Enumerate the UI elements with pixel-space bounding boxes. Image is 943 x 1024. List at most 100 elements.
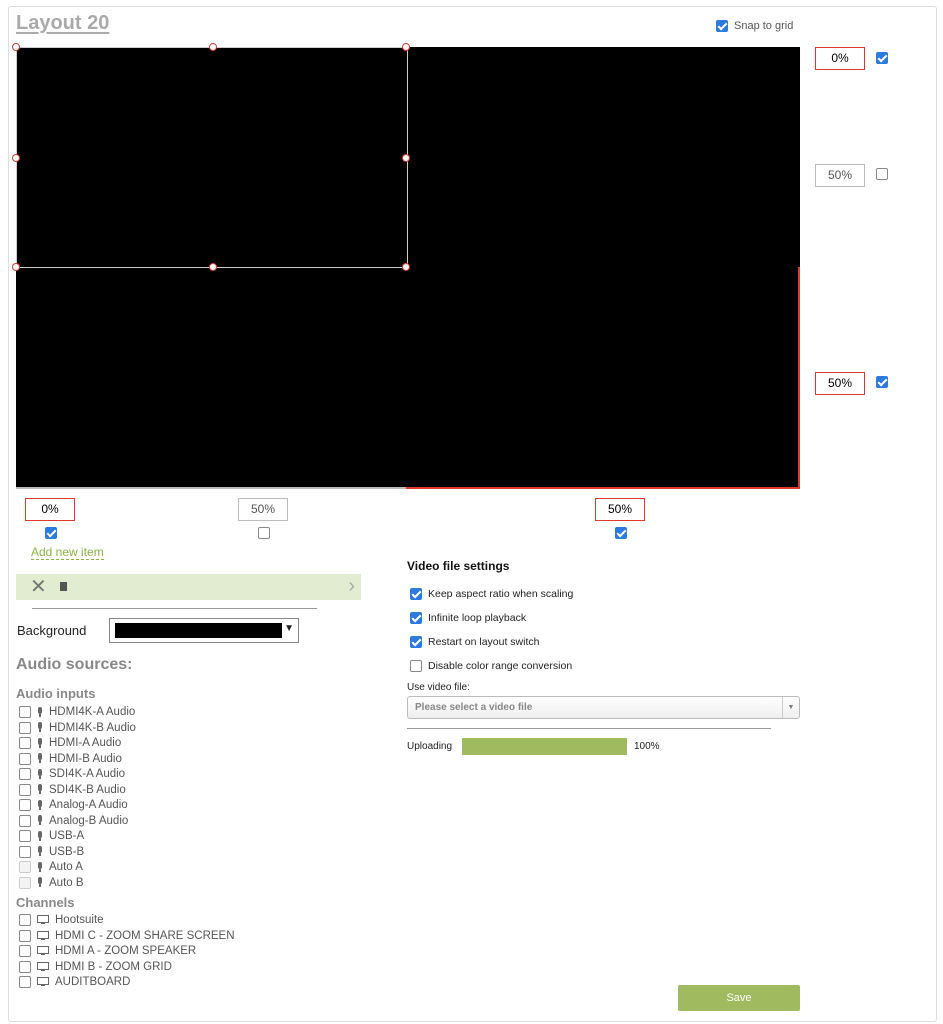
audio-input-label: HDMI-A Audio — [49, 737, 122, 749]
audio-input-item[interactable]: SDI4K-B Audio — [19, 783, 126, 797]
right-percent-checkbox-2[interactable] — [876, 168, 888, 180]
background-label: Background — [17, 623, 87, 638]
video-file-select[interactable]: Please select a video file ▼ — [407, 696, 800, 719]
resize-handle-top-left[interactable] — [12, 43, 20, 51]
video-option-checkbox[interactable] — [410, 612, 422, 624]
close-icon[interactable]: ✕ — [30, 577, 47, 597]
resize-handle-right[interactable] — [402, 154, 410, 162]
channel-checkbox[interactable] — [19, 929, 31, 942]
audio-input-item[interactable]: HDMI4K-B Audio — [19, 721, 136, 735]
channel-checkbox[interactable] — [19, 960, 31, 973]
chevron-down-icon: ▼ — [782, 697, 799, 718]
channel-item[interactable]: HDMI A - ZOOM SPEAKER — [19, 944, 196, 958]
video-option[interactable]: Infinite loop playback — [410, 612, 526, 624]
monitor-icon — [37, 977, 49, 987]
upload-progress-fill — [462, 738, 627, 755]
resize-handle-left[interactable] — [12, 154, 20, 162]
guide-line-right — [798, 267, 800, 488]
channel-label: HDMI B - ZOOM GRID — [55, 960, 172, 973]
channels-heading: Channels — [16, 895, 75, 910]
bottom-percent-checkbox-1[interactable] — [45, 527, 57, 539]
audio-input-item[interactable]: HDMI4K-A Audio — [19, 705, 135, 719]
file-icon — [60, 582, 67, 591]
layout-item-bar[interactable]: ✕ › — [16, 574, 361, 600]
background-color-select[interactable]: ▼ — [109, 618, 299, 643]
add-new-item-link[interactable]: Add new item — [31, 546, 104, 560]
uploading-label: Uploading — [407, 741, 453, 752]
audio-input-item[interactable]: USB-A — [19, 829, 84, 843]
monitor-icon — [37, 946, 49, 956]
audio-input-checkbox[interactable] — [19, 783, 31, 796]
chevron-right-icon[interactable]: › — [348, 575, 355, 597]
audio-input-item[interactable]: Auto B — [19, 876, 84, 890]
layout-title[interactable]: Layout 20 — [16, 12, 109, 35]
bottom-percent-input-1[interactable]: 0% — [25, 498, 75, 521]
audio-input-checkbox — [19, 876, 31, 889]
video-file-settings-heading: Video file settings — [407, 559, 510, 573]
layout-canvas[interactable] — [12, 43, 800, 488]
microphone-icon — [37, 722, 43, 733]
video-option-checkbox[interactable] — [410, 636, 422, 648]
right-percent-input-2[interactable]: 50% — [815, 164, 865, 187]
microphone-icon — [37, 768, 43, 780]
channel-label: HDMI A - ZOOM SPEAKER — [55, 945, 197, 957]
audio-input-checkbox[interactable] — [19, 830, 31, 842]
audio-input-item[interactable]: Auto A — [19, 860, 83, 874]
channel-label: Hootsuite — [55, 914, 104, 926]
bottom-percent-checkbox-3[interactable] — [615, 527, 627, 539]
snap-to-grid-checkbox[interactable] — [716, 20, 728, 32]
channel-label: HDMI C - ZOOM SHARE SCREEN — [55, 929, 235, 942]
resize-handle-bottom-right[interactable] — [402, 263, 410, 271]
video-option[interactable]: Keep aspect ratio when scaling — [410, 588, 573, 600]
channel-checkbox[interactable] — [19, 945, 31, 957]
monitor-icon — [37, 961, 49, 972]
audio-input-checkbox[interactable] — [19, 721, 31, 734]
resize-handle-bottom[interactable] — [209, 263, 217, 271]
bottom-percent-input-2[interactable]: 50% — [238, 498, 288, 521]
audio-input-label: HDMI-B Audio — [49, 752, 122, 765]
audio-input-checkbox[interactable] — [19, 737, 31, 749]
audio-input-item[interactable]: Analog-B Audio — [19, 814, 128, 828]
channel-item[interactable]: AUDITBOARD — [19, 975, 130, 989]
audio-input-checkbox[interactable] — [19, 768, 31, 780]
audio-input-item[interactable]: SDI4K-A Audio — [19, 767, 125, 781]
save-button[interactable]: Save — [678, 985, 800, 1011]
channel-item[interactable]: Hootsuite — [19, 913, 104, 927]
video-option-checkbox[interactable] — [410, 588, 422, 600]
channel-label: AUDITBOARD — [55, 976, 131, 988]
right-percent-input-3[interactable]: 50% — [815, 372, 865, 395]
audio-input-item[interactable]: HDMI-A Audio — [19, 736, 121, 750]
audio-input-checkbox[interactable] — [19, 814, 31, 827]
snap-to-grid-toggle[interactable]: Snap to grid — [716, 20, 793, 32]
video-option-checkbox[interactable] — [410, 660, 422, 672]
audio-input-item[interactable]: HDMI-B Audio — [19, 752, 122, 766]
audio-input-item[interactable]: Analog-A Audio — [19, 798, 128, 812]
audio-input-checkbox[interactable] — [19, 752, 31, 765]
resize-handle-bottom-left[interactable] — [12, 263, 20, 271]
channel-item[interactable]: HDMI B - ZOOM GRID — [19, 960, 172, 974]
use-video-file-label: Use video file: — [407, 682, 470, 693]
right-percent-checkbox-3[interactable] — [876, 376, 888, 388]
bottom-percent-input-3[interactable]: 50% — [595, 498, 645, 521]
channel-checkbox[interactable] — [19, 914, 31, 926]
resize-handle-top-right[interactable] — [402, 43, 410, 51]
channel-item[interactable]: HDMI C - ZOOM SHARE SCREEN — [19, 929, 235, 943]
audio-input-item[interactable]: USB-B — [19, 845, 84, 859]
audio-input-checkbox[interactable] — [19, 799, 31, 811]
microphone-icon — [37, 861, 43, 873]
resize-handle-top[interactable] — [209, 43, 217, 51]
audio-input-checkbox[interactable] — [19, 845, 31, 858]
video-option-label: Disable color range conversion — [428, 660, 573, 672]
snap-to-grid-label: Snap to grid — [734, 20, 794, 32]
monitor-icon — [37, 915, 49, 925]
channel-checkbox[interactable] — [19, 976, 31, 988]
chevron-down-icon: ▼ — [284, 623, 294, 634]
selected-region[interactable] — [16, 47, 408, 268]
right-percent-checkbox-1[interactable] — [876, 52, 888, 64]
video-option[interactable]: Disable color range conversion — [410, 660, 572, 672]
video-option[interactable]: Restart on layout switch — [410, 636, 539, 648]
divider — [32, 608, 317, 609]
audio-input-checkbox[interactable] — [19, 706, 31, 718]
right-percent-input-1[interactable]: 0% — [815, 47, 865, 70]
bottom-percent-checkbox-2[interactable] — [258, 527, 270, 539]
